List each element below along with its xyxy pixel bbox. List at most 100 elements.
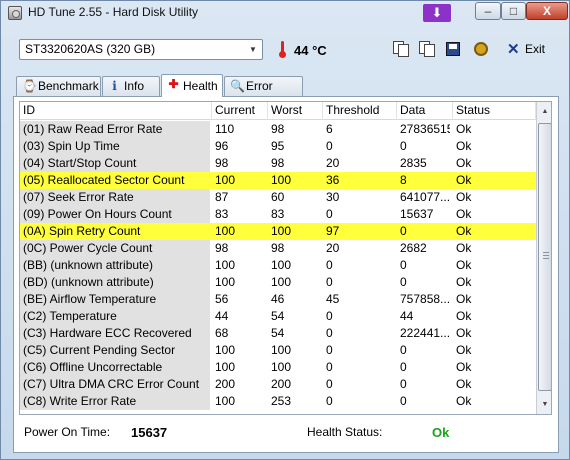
table-row[interactable]: (03) Spin Up Time 96 95 0 0 Ok: [20, 138, 536, 155]
column-header-threshold[interactable]: Threshold: [323, 102, 397, 120]
cell-worst: 100: [271, 343, 292, 357]
table-row[interactable]: (C2) Temperature 44 54 0 44 Ok: [20, 308, 536, 325]
cell-current: 100: [215, 343, 236, 357]
cell-worst: 253: [271, 394, 292, 408]
copy-screenshot-icon[interactable]: [418, 40, 436, 58]
table-row[interactable]: (C6) Offline Uncorrectable 100 100 0 0 Ok: [20, 359, 536, 376]
cell-threshold: 0: [326, 360, 333, 374]
cell-data: 8: [400, 173, 407, 187]
cell-data: 222441...: [400, 326, 450, 340]
table-row[interactable]: (09) Power On Hours Count 83 83 0 15637 Ok: [20, 206, 536, 223]
table-row[interactable]: (0C) Power Cycle Count 98 98 20 2682 Ok: [20, 240, 536, 257]
scroll-down-icon[interactable]: ▼: [538, 397, 551, 413]
copy-text-icon[interactable]: [392, 40, 410, 58]
table-row[interactable]: (C7) Ultra DMA CRC Error Count 200 200 0 0 Ok: [20, 376, 536, 393]
table-row[interactable]: (C8) Write Error Rate 100 253 0 0 Ok: [20, 393, 536, 410]
table-row[interactable]: (01) Raw Read Error Rate 110 98 6 27836515 Ok: [20, 121, 536, 138]
cell-id: (01) Raw Read Error Rate: [20, 121, 210, 138]
cell-threshold: 20: [326, 241, 340, 255]
cell-data: 2835: [400, 156, 427, 170]
cell-status: Ok: [456, 394, 472, 408]
drive-select[interactable]: ST3320620AS (320 GB) ▼: [19, 39, 263, 60]
cell-status: Ok: [456, 207, 472, 221]
cell-status: Ok: [456, 377, 472, 391]
thermometer-icon: [279, 41, 286, 58]
cell-worst: 100: [271, 224, 292, 238]
cell-worst: 100: [271, 275, 292, 289]
chevron-down-icon[interactable]: ▼: [244, 40, 262, 59]
tab-label: Health: [183, 79, 218, 93]
tab-benchmark[interactable]: ⌚ Benchmark: [16, 76, 101, 96]
cell-current: 100: [215, 394, 236, 408]
cell-status: Ok: [456, 156, 472, 170]
minimize-button[interactable]: –: [475, 2, 501, 20]
cell-status: Ok: [456, 139, 472, 153]
cell-threshold: 30: [326, 190, 340, 204]
cell-threshold: 0: [326, 309, 333, 323]
tab-info[interactable]: i Info: [102, 76, 160, 96]
cell-data: 27836515: [400, 122, 450, 136]
column-header-id[interactable]: ID: [20, 102, 212, 120]
cell-id: (BE) Airflow Temperature: [20, 291, 210, 308]
cell-id: (C6) Offline Uncorrectable: [20, 359, 210, 376]
cell-data: 2682: [400, 241, 427, 255]
cell-worst: 46: [271, 292, 285, 306]
cell-id: (BD) (unknown attribute): [20, 274, 210, 291]
exit-label: Exit: [525, 42, 546, 56]
cell-current: 83: [215, 207, 229, 221]
cell-data: 0: [400, 258, 407, 272]
column-header-worst[interactable]: Worst: [268, 102, 323, 120]
cell-worst: 100: [271, 173, 292, 187]
table-row[interactable]: (05) Reallocated Sector Count 100 100 36 8 Ok: [20, 172, 536, 189]
cell-data: 0: [400, 360, 407, 374]
cell-current: 200: [215, 377, 236, 391]
tab-label: Info: [124, 79, 145, 93]
table-row[interactable]: (BE) Airflow Temperature 56 46 45 757858... O…: [20, 291, 536, 308]
tab-error-scan[interactable]: 🔍 Error Scan: [224, 76, 303, 112]
cell-status: Ok: [456, 360, 472, 374]
cell-id: (04) Start/Stop Count: [20, 155, 210, 172]
cell-worst: 100: [271, 360, 292, 374]
cell-id: (C5) Current Pending Sector: [20, 342, 210, 359]
options-icon[interactable]: [472, 40, 490, 58]
vertical-scrollbar[interactable]: ▲ ▼: [536, 102, 551, 414]
tab-health[interactable]: ✚ Health: [161, 74, 223, 97]
cell-threshold: 0: [326, 139, 333, 153]
cell-id: (09) Power On Hours Count: [20, 206, 210, 223]
magnifier-icon: 🔍: [230, 79, 245, 93]
cell-data: 0: [400, 343, 407, 357]
cell-threshold: 6: [326, 122, 333, 136]
cell-data: 0: [400, 377, 407, 391]
table-row[interactable]: (BD) (unknown attribute) 100 100 0 0 Ok: [20, 274, 536, 291]
download-arrow-icon[interactable]: ⬇: [423, 4, 451, 22]
close-button[interactable]: X: [526, 2, 568, 20]
health-status-label: Health Status:: [307, 425, 383, 439]
scroll-up-icon[interactable]: ▲: [538, 104, 551, 120]
cell-id: (0A) Spin Retry Count: [23, 224, 141, 238]
table-row[interactable]: (07) Seek Error Rate 87 60 30 641077... Ok: [20, 189, 536, 206]
temperature-readout: 44 °C: [294, 43, 327, 58]
cell-id: (C2) Temperature: [20, 308, 210, 325]
exit-button[interactable]: ✕ Exit: [503, 38, 555, 60]
table-row[interactable]: (BB) (unknown attribute) 100 100 0 0 Ok: [20, 257, 536, 274]
column-header-status[interactable]: Status: [453, 102, 536, 120]
column-header-data[interactable]: Data: [397, 102, 453, 120]
power-on-time-value: 15637: [131, 425, 168, 440]
save-icon[interactable]: [444, 40, 462, 58]
table-row[interactable]: (C5) Current Pending Sector 100 100 0 0 Ok: [20, 342, 536, 359]
table-row[interactable]: (C3) Hardware ECC Recovered 68 54 0 222441..…: [20, 325, 536, 342]
cell-current: 68: [215, 326, 229, 340]
table-row[interactable]: (04) Start/Stop Count 98 98 20 2835 Ok: [20, 155, 536, 172]
cell-current: 110: [215, 122, 235, 136]
table-row[interactable]: (0A) Spin Retry Count 100 100 97 0 Ok: [20, 223, 536, 240]
scrollbar-thumb[interactable]: [538, 123, 551, 391]
cell-current: 96: [215, 139, 229, 153]
title-bar[interactable]: HD Tune 2.55 - Hard Disk Utility ⬇ – □ X: [1, 1, 569, 25]
cell-status: Ok: [456, 190, 472, 204]
cell-id: (07) Seek Error Rate: [20, 189, 210, 206]
cell-threshold: 36: [326, 173, 340, 187]
column-header-current[interactable]: Current: [212, 102, 268, 120]
cell-threshold: 0: [326, 377, 333, 391]
maximize-button[interactable]: □: [501, 2, 526, 20]
smart-table[interactable]: ID Current Worst Threshold Data Status (…: [19, 101, 552, 415]
